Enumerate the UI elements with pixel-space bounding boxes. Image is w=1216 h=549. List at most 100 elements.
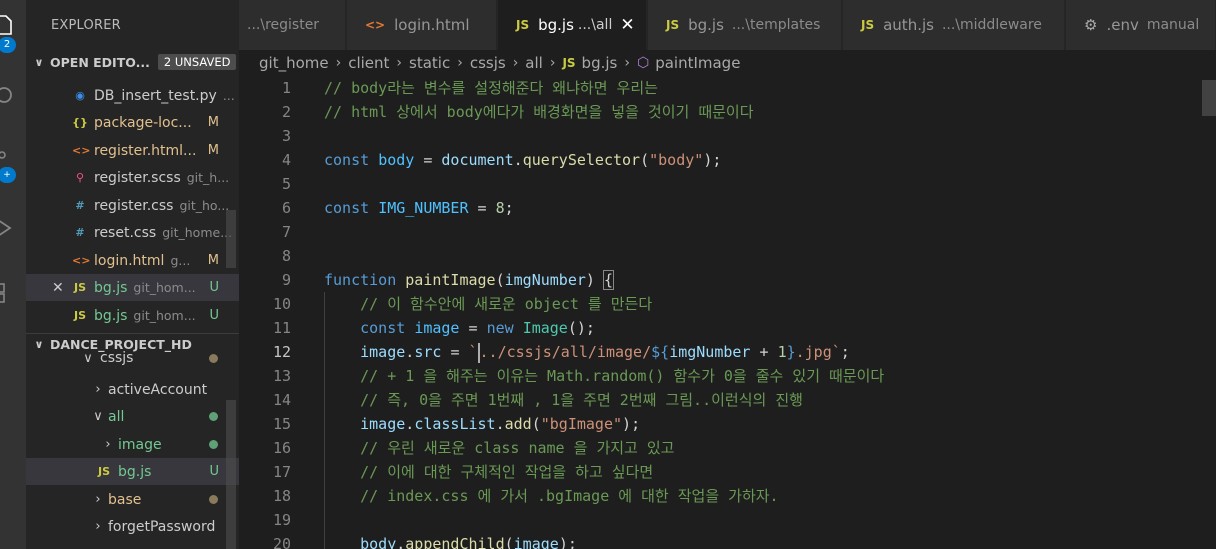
close-icon[interactable]: ✕ bbox=[52, 280, 64, 296]
run-debug-icon[interactable] bbox=[0, 217, 16, 239]
tree-folder[interactable]: ∨ cssjs bbox=[26, 348, 239, 368]
tree-folder-name: cssjs bbox=[100, 350, 134, 366]
code-line[interactable]: 10 // 이 함수안에 새로운 object 를 만든다 bbox=[239, 292, 1216, 316]
open-editor-desc: git_home... bbox=[162, 225, 233, 240]
code-line[interactable]: 15 image.classList.add("bgImage"); bbox=[239, 412, 1216, 436]
code-text: image.src = ` ../cssjs/all/image/${imgNum… bbox=[360, 342, 850, 363]
open-editor-item[interactable]: <> login.html g... M bbox=[26, 247, 239, 274]
breadcrumb-item[interactable]: git_home bbox=[259, 54, 329, 72]
line-number: 8 bbox=[281, 247, 291, 265]
code-editor[interactable]: 1 // body라는 변수를 설정해준다 왜냐하면 우리는 2 // html 상에… bbox=[239, 76, 1216, 549]
open-editor-desc: g... bbox=[170, 253, 191, 268]
open-editor-item-active[interactable]: ✕ JS bg.js git_hom... U bbox=[26, 274, 239, 301]
code-text: image.classList.add("bgImage"); bbox=[360, 415, 641, 433]
open-editor-name: DB_insert_test.py bbox=[94, 87, 217, 104]
tab-desc: ...\middleware bbox=[941, 17, 1042, 33]
open-editor-item[interactable]: <> register.html... M bbox=[26, 137, 239, 164]
tab-bg-js-templates[interactable]: JS bg.js ...\templates bbox=[648, 0, 842, 50]
editor-scrollbar[interactable] bbox=[1202, 76, 1216, 549]
tab-bar: ...\register <> login.html JS bg.js ...\… bbox=[239, 0, 1216, 50]
line-number: 20 bbox=[272, 535, 291, 549]
sidebar-scrollbar[interactable] bbox=[226, 400, 236, 549]
sidebar-scrollbar[interactable] bbox=[226, 210, 236, 268]
git-status-badge: U bbox=[209, 464, 219, 479]
chevron-down-icon: ∨ bbox=[83, 350, 93, 366]
chevron-right-icon: › bbox=[105, 437, 111, 452]
open-editor-name: package-loc... bbox=[94, 114, 192, 131]
html-file-icon: <> bbox=[72, 254, 91, 267]
tab-label: bg.js bbox=[688, 16, 724, 34]
tree-folder-name: image bbox=[118, 436, 162, 453]
css-file-icon: # bbox=[75, 199, 85, 212]
extensions-icon[interactable] bbox=[0, 282, 16, 304]
code-line[interactable]: 16 // 우린 새로운 class name 을 가지고 있고 bbox=[239, 436, 1216, 460]
code-line[interactable]: 7 bbox=[239, 220, 1216, 244]
open-editor-name: register.html... bbox=[94, 142, 197, 159]
tab-label: auth.js bbox=[883, 16, 934, 34]
line-number: 14 bbox=[272, 391, 291, 409]
close-icon[interactable]: ✕ bbox=[620, 15, 634, 35]
code-line[interactable]: 13 // + 1 을 해주는 이유는 Math.random() 함수가 0을… bbox=[239, 364, 1216, 388]
tree-folder-name: base bbox=[108, 491, 142, 508]
tree-file[interactable]: JS bg.js U bbox=[26, 458, 239, 485]
editor-scrollbar-thumb[interactable] bbox=[1202, 80, 1216, 116]
code-line[interactable]: 14 // 즉, 0을 주면 1번째 , 1을 주면 2번째 그림..이런식의 … bbox=[239, 388, 1216, 412]
code-text: body.appendChild(image); bbox=[360, 535, 577, 549]
open-editors-header[interactable]: ∨ OPEN EDITO... 2 UNSAVED bbox=[26, 51, 239, 73]
chevron-right-icon: › bbox=[95, 519, 101, 534]
tree-file-name: bg.js bbox=[118, 463, 152, 480]
open-editor-item[interactable]: {} package-loc... M bbox=[26, 109, 239, 136]
files-icon[interactable] bbox=[0, 14, 16, 36]
tree-folder[interactable]: › base bbox=[26, 486, 239, 513]
breadcrumb-item[interactable]: static bbox=[409, 54, 450, 72]
code-line[interactable]: 3 bbox=[239, 124, 1216, 148]
code-line[interactable]: 20 body.appendChild(image); bbox=[239, 532, 1216, 549]
search-icon[interactable] bbox=[0, 85, 16, 107]
code-line[interactable]: 18 // index.css 에 가서 .bgImage 에 대한 작업을 가… bbox=[239, 484, 1216, 508]
breadcrumb-item[interactable]: client bbox=[348, 54, 389, 72]
breadcrumb-item[interactable]: bg.js bbox=[582, 54, 618, 72]
tab-auth-js[interactable]: JS auth.js ...\middleware bbox=[843, 0, 1065, 50]
code-line[interactable]: 12 image.src = ` ../cssjs/all/image/${img… bbox=[239, 340, 1216, 364]
code-line[interactable]: 11 const image = new Image(); bbox=[239, 316, 1216, 340]
tab-bg-js-all[interactable]: JS bg.js ...\all ✕ bbox=[498, 0, 647, 50]
tab-register[interactable]: ...\register bbox=[239, 0, 346, 50]
tab-env[interactable]: ⚙ .env manual bbox=[1066, 0, 1216, 50]
code-line[interactable]: 1 // body라는 변수를 설정해준다 왜냐하면 우리는 bbox=[239, 76, 1216, 100]
code-line[interactable]: 19 bbox=[239, 508, 1216, 532]
code-text: function paintImage(imgNumber) { bbox=[324, 270, 615, 290]
open-editor-name: register.scss bbox=[94, 169, 181, 186]
breadcrumb-item[interactable]: cssjs bbox=[470, 54, 506, 72]
code-line[interactable]: 4 const body = document.querySelector("bo… bbox=[239, 148, 1216, 172]
status-dot bbox=[209, 495, 218, 504]
open-editor-item[interactable]: ◉ DB_insert_test.py ... bbox=[26, 82, 239, 109]
chevron-right-icon: › bbox=[335, 55, 342, 71]
tree-folder[interactable]: › forgetPassword bbox=[26, 513, 239, 540]
breadcrumb-item[interactable]: paintImage bbox=[655, 54, 740, 72]
code-line[interactable]: 2 // html 상에서 body에다가 배경화면을 넣을 것이기 때문이다 bbox=[239, 100, 1216, 124]
tree-folder[interactable]: › activeAccount bbox=[26, 376, 239, 403]
js-file-icon: JS bbox=[73, 281, 86, 294]
line-number: 15 bbox=[272, 415, 291, 433]
code-text: // 즉, 0을 주면 1번째 , 1을 주면 2번째 그림..이런식의 진행 bbox=[360, 391, 803, 409]
code-line[interactable]: 5 bbox=[239, 172, 1216, 196]
chevron-right-icon: › bbox=[624, 55, 630, 71]
code-line[interactable]: 6 const IMG_NUMBER = 8; bbox=[239, 196, 1216, 220]
open-editor-item[interactable]: JS bg.js git_hom... U bbox=[26, 302, 239, 329]
chevron-right-icon: › bbox=[95, 492, 101, 507]
explorer-title: EXPLORER bbox=[51, 18, 121, 33]
open-editor-item[interactable]: ⚲ register.scss git_h... bbox=[26, 164, 239, 191]
open-editor-item[interactable]: # reset.css git_home... bbox=[26, 219, 239, 246]
tree-folder[interactable]: ∨ all bbox=[26, 403, 239, 430]
tree-folder-name: forgetPassword bbox=[108, 518, 216, 535]
line-number: 19 bbox=[272, 511, 291, 529]
tab-login-html[interactable]: <> login.html bbox=[347, 0, 497, 50]
open-editors-label: OPEN EDITO... bbox=[50, 54, 150, 70]
code-line[interactable]: 17 // 이에 대한 구체적인 작업을 하고 싶다면 bbox=[239, 460, 1216, 484]
tree-folder[interactable]: › image bbox=[26, 431, 239, 458]
code-line[interactable]: 9 function paintImage(imgNumber) { bbox=[239, 268, 1216, 292]
tab-desc: ...\register bbox=[247, 17, 320, 33]
code-line[interactable]: 8 bbox=[239, 244, 1216, 268]
breadcrumb-item[interactable]: all bbox=[525, 54, 543, 72]
open-editor-item[interactable]: # register.css git_ho... bbox=[26, 192, 239, 219]
